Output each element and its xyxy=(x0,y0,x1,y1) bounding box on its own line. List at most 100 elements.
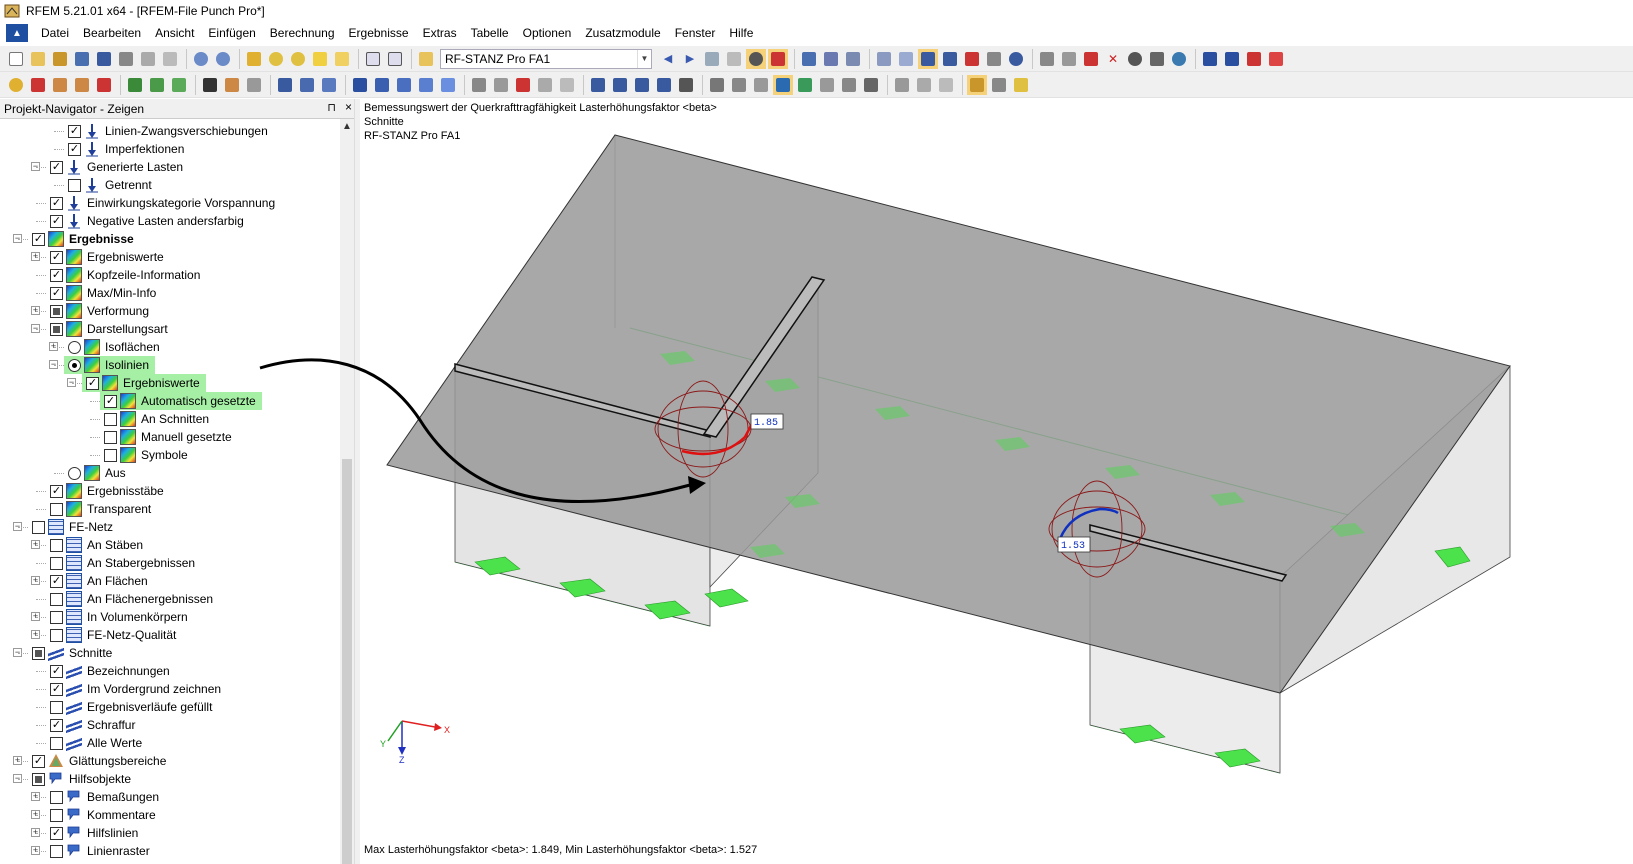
view-x-icon[interactable] xyxy=(588,75,608,95)
line-draw-icon[interactable] xyxy=(28,75,48,95)
measure-icon[interactable] xyxy=(1037,49,1057,69)
surface-icon[interactable] xyxy=(125,75,145,95)
clipboard-icon[interactable] xyxy=(967,74,987,95)
menu-hilfe[interactable]: Hilfe xyxy=(722,22,760,44)
tree-item[interactable]: Transparent xyxy=(50,500,151,518)
checkbox[interactable]: ✓ xyxy=(50,484,63,498)
select-icon[interactable] xyxy=(984,49,1004,69)
checkbox[interactable]: ✓ xyxy=(32,232,45,246)
tree-item[interactable]: Alle Werte xyxy=(50,734,142,752)
model-2-icon[interactable] xyxy=(372,75,392,95)
tree-item[interactable]: FE-Netz-Qualität xyxy=(50,626,176,644)
target-icon[interactable] xyxy=(288,49,308,69)
line-icon[interactable] xyxy=(1059,49,1079,69)
member-icon[interactable] xyxy=(50,75,70,95)
solid-icon[interactable] xyxy=(729,75,749,95)
model-5-icon[interactable] xyxy=(438,75,458,95)
new-file-icon[interactable] xyxy=(6,49,26,69)
print-icon[interactable] xyxy=(116,49,136,69)
rendering-2-icon[interactable] xyxy=(795,75,815,95)
tree-item[interactable]: ✓ Max/Min-Info xyxy=(50,284,156,302)
tree-item[interactable]: Isolinien xyxy=(64,356,156,374)
tree-item[interactable]: Verformung xyxy=(50,302,149,320)
menu-zusatzmodule[interactable]: Zusatzmodule xyxy=(578,22,667,44)
folder-icon[interactable] xyxy=(332,49,352,69)
tree-item[interactable]: ✓ Linien-Zwangsverschiebungen xyxy=(68,122,268,140)
tree-item[interactable]: ✓ Ergebnisstäbe xyxy=(50,482,164,500)
load-3-icon[interactable] xyxy=(244,75,264,95)
display-2-icon[interactable] xyxy=(297,75,317,95)
checkbox[interactable]: ✓ xyxy=(104,394,117,408)
model-icon[interactable] xyxy=(350,75,370,95)
surface-2-icon[interactable] xyxy=(147,75,167,95)
checkbox[interactable]: ✓ xyxy=(50,196,63,210)
checkbox[interactable] xyxy=(32,646,45,660)
checkbox[interactable] xyxy=(50,736,63,750)
checkbox[interactable]: ✓ xyxy=(68,124,81,138)
model-3-icon[interactable] xyxy=(394,75,414,95)
rotate-icon[interactable] xyxy=(940,49,960,69)
prev-icon[interactable]: ◀ xyxy=(658,49,678,69)
export-icon[interactable] xyxy=(1200,49,1220,69)
checkbox[interactable]: ✓ xyxy=(50,682,63,696)
dxf-icon[interactable] xyxy=(1222,49,1242,69)
tree-item[interactable]: ✓ Automatisch gesetzte xyxy=(100,392,262,410)
rendering-3-icon[interactable] xyxy=(817,75,837,95)
tree-item[interactable]: ✓ Schraffur xyxy=(50,716,135,734)
member-set-icon[interactable] xyxy=(72,75,92,95)
menu-einfuegen[interactable]: Einfügen xyxy=(201,22,262,44)
checkbox[interactable] xyxy=(32,520,45,534)
delete-icon[interactable]: ✕ xyxy=(1103,49,1123,69)
checkbox[interactable]: ✓ xyxy=(50,664,63,678)
model-4-icon[interactable] xyxy=(416,75,436,95)
checkbox[interactable]: ✓ xyxy=(50,286,63,300)
tree-item[interactable]: Aus xyxy=(68,464,126,482)
tree-item[interactable]: Getrennt xyxy=(68,176,152,194)
tree-item[interactable]: ✓ Imperfektionen xyxy=(68,140,184,158)
filter-3-icon[interactable] xyxy=(513,75,533,95)
checkbox[interactable]: ✓ xyxy=(50,826,63,840)
tree-item[interactable]: Schnitte xyxy=(32,644,112,662)
loadcase-icon[interactable] xyxy=(416,49,436,69)
edit-icon[interactable] xyxy=(244,49,264,69)
chevron-down-icon[interactable]: ▼ xyxy=(637,49,651,68)
surface-3-icon[interactable] xyxy=(169,75,189,95)
checkbox[interactable] xyxy=(50,322,63,336)
menu-bearbeiten[interactable]: Bearbeiten xyxy=(76,22,148,44)
tree-item[interactable]: ✓ An Flächen xyxy=(50,572,148,590)
results-icon[interactable] xyxy=(702,49,722,69)
render-icon[interactable] xyxy=(1147,49,1167,69)
radio-button[interactable] xyxy=(68,340,81,354)
tree-item[interactable]: Bemaßungen xyxy=(50,788,159,806)
filter-2-icon[interactable] xyxy=(491,75,511,95)
checkbox[interactable] xyxy=(50,628,63,642)
rendering-4-icon[interactable] xyxy=(839,75,859,95)
redo-icon[interactable] xyxy=(213,49,233,69)
pdf-export-icon[interactable] xyxy=(1266,49,1286,69)
checkbox[interactable] xyxy=(50,502,63,516)
filter-4-icon[interactable] xyxy=(535,75,555,95)
tree-item[interactable]: ✓ Negative Lasten andersfarbig xyxy=(50,212,244,230)
find-icon[interactable] xyxy=(266,49,286,69)
radio-button[interactable] xyxy=(68,466,81,480)
tree-item[interactable]: ✓ Im Vordergrund zeichnen xyxy=(50,680,221,698)
menu-datei[interactable]: Datei xyxy=(34,22,76,44)
checkbox[interactable] xyxy=(50,610,63,624)
view-y-icon[interactable] xyxy=(610,75,630,95)
next-icon[interactable]: ▶ xyxy=(680,49,700,69)
tools-icon[interactable] xyxy=(989,75,1009,95)
pdf-icon[interactable] xyxy=(1244,49,1264,69)
view-z-icon[interactable] xyxy=(632,75,652,95)
tree-item[interactable]: Hilfsobjekte xyxy=(32,770,131,788)
view-iso-icon[interactable] xyxy=(654,75,674,95)
tree-item[interactable]: Manuell gesetzte xyxy=(104,428,232,446)
checkbox[interactable]: ✓ xyxy=(68,142,81,156)
filter-5-icon[interactable] xyxy=(557,75,577,95)
save-icon[interactable] xyxy=(94,49,114,69)
display-3-icon[interactable] xyxy=(319,75,339,95)
graphics-viewport[interactable]: Bemessungswert der Querkrafttragfähigkei… xyxy=(360,99,1633,864)
scrollbar-thumb[interactable] xyxy=(342,459,352,864)
tree-item[interactable]: An Schnitten xyxy=(104,410,209,428)
tree-item[interactable]: Linienraster xyxy=(50,842,150,860)
checkbox[interactable]: ✓ xyxy=(50,160,63,174)
